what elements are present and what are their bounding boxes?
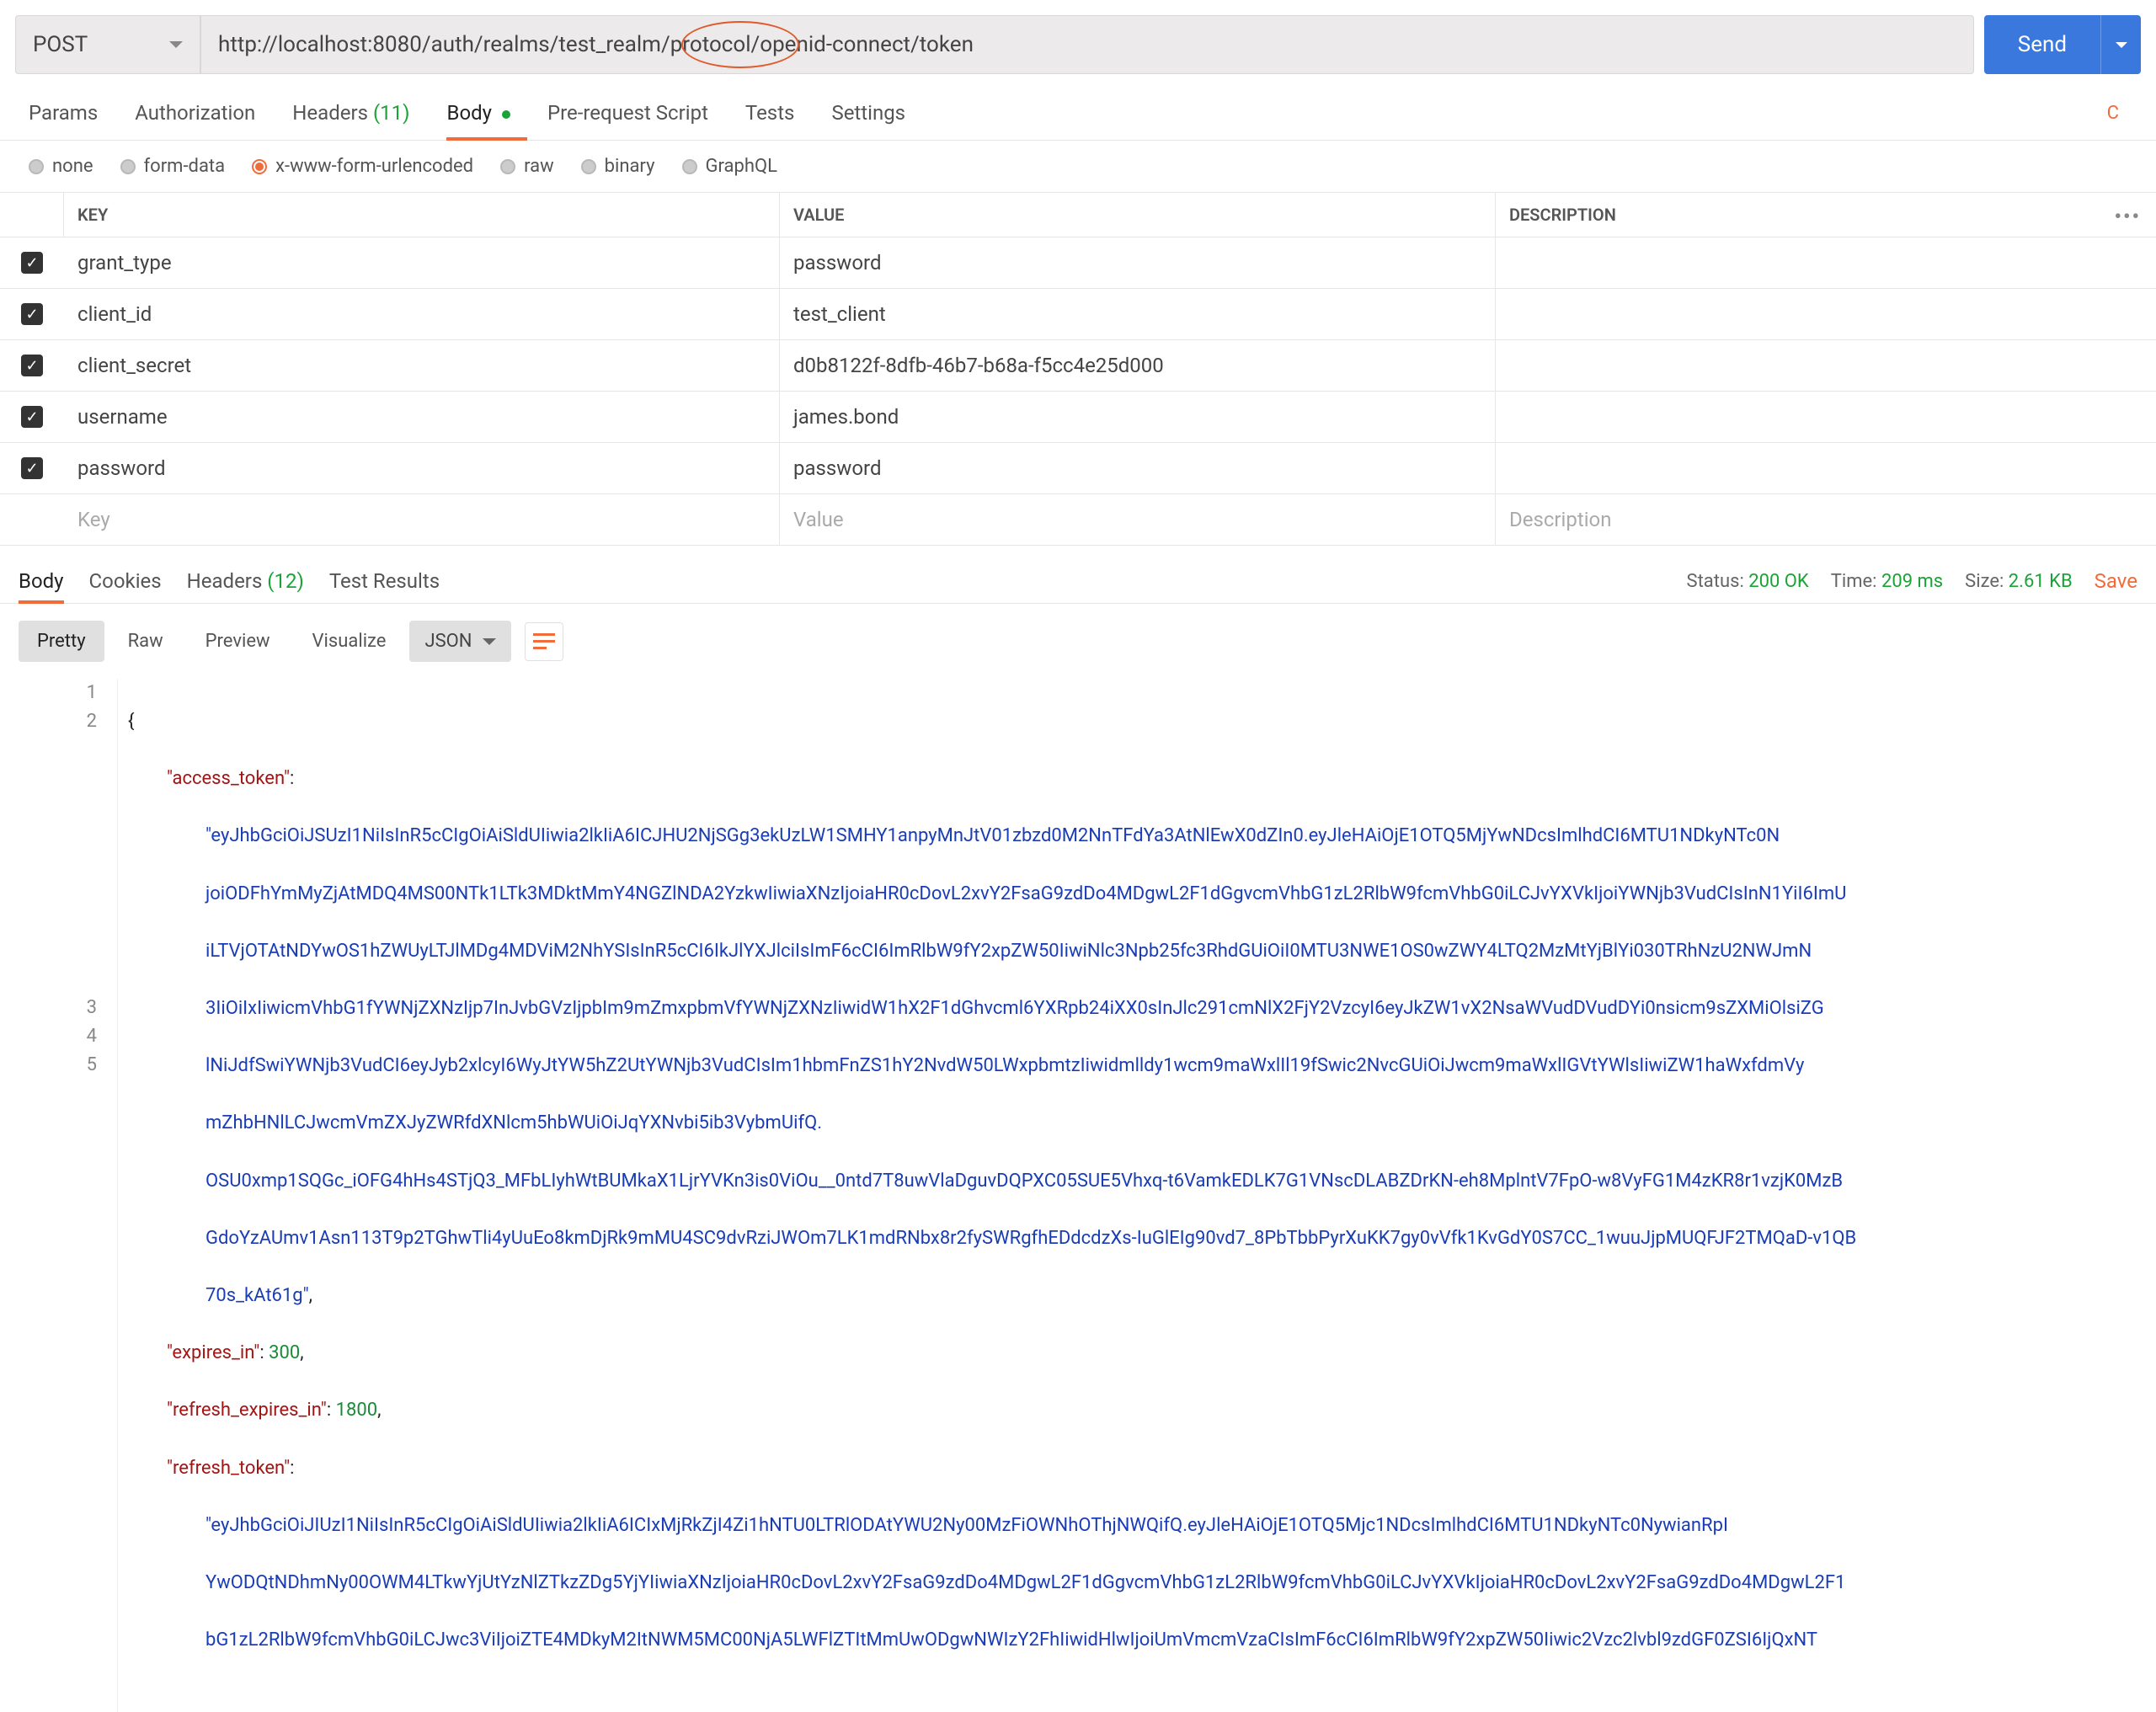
desc-cell[interactable] bbox=[1496, 249, 2156, 276]
radio-icon bbox=[29, 159, 44, 174]
cookies-link[interactable]: C bbox=[2107, 103, 2127, 124]
body-type-graphql[interactable]: GraphQL bbox=[682, 156, 777, 177]
value-cell[interactable]: test_client bbox=[780, 289, 1496, 339]
key-cell[interactable]: password bbox=[64, 443, 780, 493]
body-indicator-icon bbox=[502, 110, 510, 119]
view-raw-button[interactable]: Raw bbox=[109, 621, 182, 662]
key-cell[interactable]: username bbox=[64, 392, 780, 442]
row-checkbox[interactable]: ✓ bbox=[21, 406, 43, 428]
url-input[interactable]: http://localhost:8080/auth/realms/test_r… bbox=[200, 15, 1974, 74]
tab-headers-label: Headers bbox=[292, 101, 368, 125]
tab-tests[interactable]: Tests bbox=[745, 86, 795, 140]
value-placeholder[interactable]: Value bbox=[780, 494, 1496, 545]
key-cell[interactable]: grant_type bbox=[64, 237, 780, 288]
tab-headers[interactable]: Headers (11) bbox=[292, 86, 409, 140]
row-checkbox[interactable]: ✓ bbox=[21, 303, 43, 325]
tab-prerequest[interactable]: Pre-request Script bbox=[547, 86, 708, 140]
chevron-down-icon bbox=[169, 41, 183, 48]
value-cell[interactable]: password bbox=[780, 443, 1496, 493]
resp-headers-count: (12) bbox=[267, 569, 304, 593]
row-checkbox[interactable]: ✓ bbox=[21, 252, 43, 274]
key-cell[interactable]: client_id bbox=[64, 289, 780, 339]
row-checkbox[interactable]: ✓ bbox=[21, 457, 43, 479]
radio-icon bbox=[500, 159, 515, 174]
column-description: DESCRIPTION ••• bbox=[1496, 193, 2156, 237]
body-type-binary[interactable]: binary bbox=[581, 156, 655, 177]
key-cell[interactable]: client_secret bbox=[64, 340, 780, 391]
radio-icon bbox=[120, 159, 136, 174]
key-placeholder[interactable]: Key bbox=[64, 494, 780, 545]
view-visualize-button[interactable]: Visualize bbox=[294, 621, 405, 662]
bulk-edit-icon[interactable]: ••• bbox=[2114, 205, 2141, 228]
column-value: VALUE bbox=[780, 193, 1496, 237]
table-row: ✓ client_secret d0b8122f-8dfb-46b7-b68a-… bbox=[0, 340, 2156, 392]
resp-tab-headers[interactable]: Headers (12) bbox=[187, 559, 304, 603]
time-block: Time: 209 ms bbox=[1831, 571, 1943, 592]
desc-cell[interactable] bbox=[1496, 455, 2156, 482]
table-row: ✓ client_id test_client bbox=[0, 289, 2156, 340]
value-cell[interactable]: d0b8122f-8dfb-46b7-b68a-f5cc4e25d000 bbox=[780, 340, 1496, 391]
method-select[interactable]: POST bbox=[15, 15, 200, 74]
body-type-raw[interactable]: raw bbox=[500, 156, 554, 177]
chevron-down-icon bbox=[2116, 42, 2127, 48]
send-button[interactable]: Send bbox=[1984, 15, 2100, 74]
resp-tab-tests[interactable]: Test Results bbox=[329, 559, 440, 603]
view-preview-button[interactable]: Preview bbox=[187, 621, 289, 662]
wrap-icon bbox=[533, 633, 555, 650]
headers-count: (11) bbox=[373, 101, 410, 125]
view-pretty-button[interactable]: Pretty bbox=[19, 621, 104, 662]
table-row: ✓ password password bbox=[0, 443, 2156, 494]
code-content: { "access_token": "eyJhbGciOiJSUzI1NiIsI… bbox=[118, 679, 2156, 1712]
tab-authorization[interactable]: Authorization bbox=[135, 86, 255, 140]
tab-body-label: Body bbox=[446, 101, 492, 125]
send-dropdown-button[interactable] bbox=[2100, 15, 2141, 74]
desc-cell[interactable] bbox=[1496, 301, 2156, 328]
body-type-none[interactable]: none bbox=[29, 156, 93, 177]
resp-tab-cookies[interactable]: Cookies bbox=[89, 559, 162, 603]
body-type-form-data[interactable]: form-data bbox=[120, 156, 226, 177]
radio-icon bbox=[682, 159, 697, 174]
value-cell[interactable]: james.bond bbox=[780, 392, 1496, 442]
desc-placeholder[interactable]: Description bbox=[1496, 494, 2156, 545]
tab-body[interactable]: Body bbox=[446, 86, 510, 140]
wrap-lines-button[interactable] bbox=[525, 622, 563, 661]
tab-params[interactable]: Params bbox=[29, 86, 98, 140]
size-block: Size: 2.61 KB bbox=[1965, 571, 2073, 592]
desc-cell[interactable] bbox=[1496, 403, 2156, 430]
chevron-down-icon bbox=[483, 638, 496, 645]
table-row: ✓ grant_type password bbox=[0, 237, 2156, 289]
radio-icon bbox=[581, 159, 596, 174]
value-cell[interactable]: password bbox=[780, 237, 1496, 288]
body-params-table: KEY VALUE DESCRIPTION ••• ✓ grant_type p… bbox=[0, 193, 2156, 546]
status-block: Status: 200 OK bbox=[1687, 571, 1809, 592]
row-checkbox[interactable]: ✓ bbox=[21, 355, 43, 376]
table-row-new: Key Value Description bbox=[0, 494, 2156, 546]
resp-tab-body[interactable]: Body bbox=[19, 559, 64, 603]
tab-settings[interactable]: Settings bbox=[831, 86, 905, 140]
save-response-button[interactable]: Save bbox=[2095, 569, 2137, 593]
column-key: KEY bbox=[64, 193, 780, 237]
response-body-editor[interactable]: 1 2 3 4 5 { "access_token": "eyJhbGciOiJ… bbox=[0, 679, 2156, 1712]
url-value: http://localhost:8080/auth/realms/test_r… bbox=[218, 32, 974, 57]
line-gutter: 1 2 3 4 5 bbox=[0, 679, 118, 1712]
body-type-urlencoded[interactable]: x-www-form-urlencoded bbox=[252, 156, 473, 177]
format-select[interactable]: JSON bbox=[409, 621, 510, 662]
radio-icon bbox=[252, 159, 267, 174]
desc-cell[interactable] bbox=[1496, 352, 2156, 379]
method-label: POST bbox=[33, 32, 88, 57]
table-row: ✓ username james.bond bbox=[0, 392, 2156, 443]
